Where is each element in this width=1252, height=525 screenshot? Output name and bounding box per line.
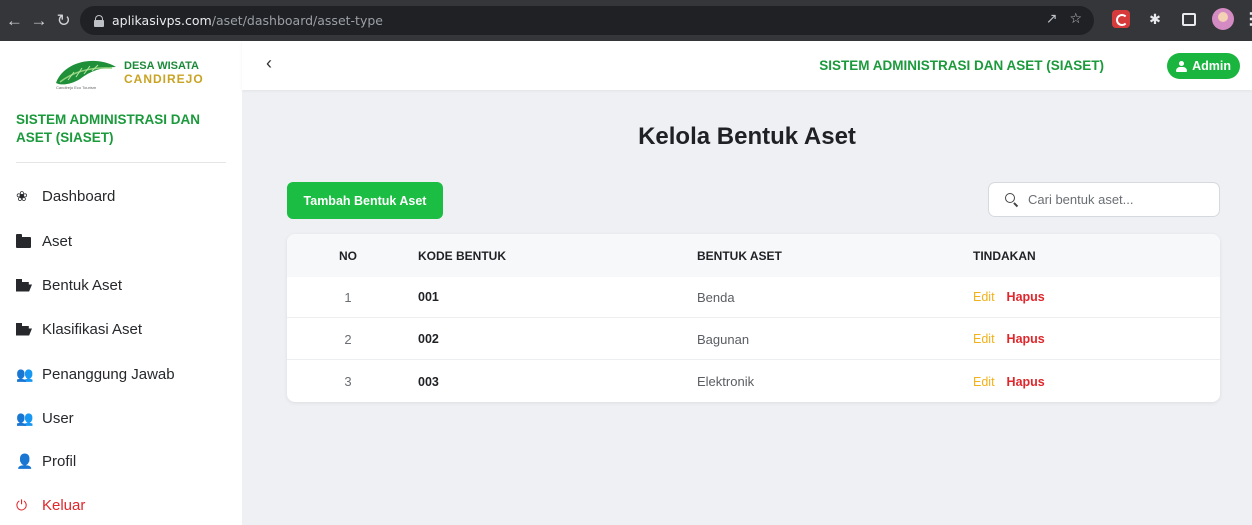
browser-toolbar: ← → ↻ aplikasivps.com/aset/dashboard/ass… bbox=[0, 0, 1252, 41]
logo-text: DESA WISATA CANDIREJO bbox=[124, 60, 204, 86]
row-actions: Edit Hapus bbox=[973, 319, 1045, 359]
browser-nav: ← → ↻ bbox=[0, 10, 74, 32]
edit-link[interactable]: Edit bbox=[973, 375, 995, 389]
sidebar-item-bentuk-aset[interactable]: Bentuk Aset bbox=[0, 265, 242, 305]
table-row: 2 002 Bagunan Edit Hapus bbox=[287, 319, 1220, 360]
delete-link[interactable]: Hapus bbox=[1007, 375, 1045, 389]
sidebar-item-klasifikasi-aset[interactable]: Klasifikasi Aset bbox=[0, 309, 242, 349]
row-actions: Edit Hapus bbox=[973, 361, 1045, 402]
admin-button[interactable]: Admin bbox=[1167, 53, 1240, 79]
back-arrow-icon[interactable]: ← bbox=[4, 10, 25, 32]
logo-line1: DESA WISATA bbox=[124, 60, 199, 72]
sidebar-item-label: Dashboard bbox=[42, 187, 116, 205]
kebab-menu-icon[interactable]: ⋮ bbox=[1243, 8, 1252, 30]
delete-link[interactable]: Hapus bbox=[1007, 290, 1045, 304]
sidebar: DESA WISATA CANDIREJO Candirejo Eco Tour… bbox=[0, 41, 242, 525]
bookmark-star-icon[interactable]: ☆ bbox=[1069, 11, 1082, 27]
folder-icon bbox=[16, 233, 42, 248]
sidebar-item-label: Keluar bbox=[42, 496, 86, 514]
edit-link[interactable]: Edit bbox=[973, 290, 995, 304]
omnibox-actions: ↗ ☆ bbox=[1046, 11, 1082, 27]
sidebar-item-label: Klasifikasi Aset bbox=[42, 320, 143, 338]
sidebar-item-keluar[interactable]: ⏻ Keluar bbox=[0, 485, 242, 525]
sidebar-divider bbox=[16, 162, 226, 163]
search-icon bbox=[1005, 193, 1018, 206]
top-header: ‹ SISTEM ADMINISTRASI DAN ASET (SIASET) … bbox=[242, 41, 1252, 90]
column-header-kode: KODE BENTUK bbox=[418, 248, 507, 263]
share-icon[interactable]: ↗ bbox=[1046, 11, 1058, 27]
logo-tagline: Candirejo Eco Tourism bbox=[56, 85, 97, 90]
sidebar-item-profil[interactable]: 👤 Profil bbox=[0, 441, 242, 481]
edit-link[interactable]: Edit bbox=[973, 332, 995, 346]
table-row: 1 001 Benda Edit Hapus bbox=[287, 277, 1220, 318]
sidebar-item-label: Bentuk Aset bbox=[42, 276, 123, 294]
header-title: SISTEM ADMINISTRASI DAN ASET (SIASET) bbox=[819, 58, 1104, 73]
row-bentuk: Elektronik bbox=[697, 374, 755, 389]
table-header: NO KODE BENTUK BENTUK ASET TINDAKAN bbox=[287, 234, 1220, 277]
sidebar-item-user[interactable]: 👥 User bbox=[0, 398, 242, 438]
delete-link[interactable]: Hapus bbox=[1007, 332, 1045, 346]
row-bentuk: Benda bbox=[697, 289, 735, 305]
logo-line2: CANDIREJO bbox=[124, 72, 204, 86]
row-actions: Edit Hapus bbox=[973, 277, 1045, 317]
table-row: 3 003 Elektronik Edit Hapus bbox=[287, 361, 1220, 402]
page-title: Kelola Bentuk Aset bbox=[638, 123, 856, 150]
admin-label: Admin bbox=[1192, 59, 1231, 73]
lock-icon bbox=[94, 14, 104, 27]
users-icon: 👥 bbox=[16, 409, 34, 426]
reload-icon[interactable]: ↻ bbox=[53, 10, 74, 32]
column-header-tindakan: TINDAKAN bbox=[973, 248, 1036, 263]
url-host: aplikasivps.com bbox=[112, 13, 212, 28]
column-header-no: NO bbox=[339, 248, 357, 263]
user-icon bbox=[1176, 60, 1188, 72]
sidebar-item-label: Penanggung Jawab bbox=[42, 365, 175, 383]
sidebar-item-label: Aset bbox=[42, 232, 73, 250]
folder-open-icon bbox=[16, 278, 42, 292]
sidebar-item-label: Profil bbox=[42, 452, 77, 470]
row-kode: 001 bbox=[418, 290, 439, 304]
forward-arrow-icon[interactable]: → bbox=[29, 10, 50, 32]
chevron-left-icon[interactable]: ‹ bbox=[266, 53, 272, 74]
user-cog-icon: 👤 bbox=[16, 452, 34, 469]
address-bar[interactable]: aplikasivps.com/aset/dashboard/asset-typ… bbox=[80, 6, 1094, 35]
sidebar-item-label: User bbox=[42, 409, 74, 427]
sidebar-title: SISTEM ADMINISTRASI DAN ASET (SIASET) bbox=[16, 112, 201, 145]
row-kode: 003 bbox=[418, 374, 439, 389]
search-box[interactable] bbox=[988, 182, 1220, 217]
sidebar-item-dashboard[interactable]: ❀ Dashboard bbox=[0, 176, 242, 216]
profile-avatar-icon[interactable] bbox=[1212, 8, 1234, 30]
folder-open-icon bbox=[16, 322, 42, 336]
window-icon[interactable] bbox=[1178, 8, 1200, 30]
row-no: 2 bbox=[344, 331, 352, 347]
row-bentuk: Bagunan bbox=[697, 331, 750, 347]
asset-type-table: NO KODE BENTUK BENTUK ASET TINDAKAN 1 00… bbox=[287, 234, 1220, 402]
users-icon: 👥 bbox=[16, 365, 34, 382]
extensions-bar: ✱ ⋮ bbox=[1110, 8, 1252, 30]
row-kode: 002 bbox=[418, 332, 439, 346]
url-path: /aset/dashboard/asset-type bbox=[211, 13, 383, 28]
extension-red-icon[interactable] bbox=[1110, 8, 1132, 30]
search-input[interactable] bbox=[1028, 192, 1208, 207]
puzzle-extensions-icon[interactable]: ✱ bbox=[1144, 8, 1166, 30]
column-header-bentuk: BENTUK ASET bbox=[697, 248, 782, 263]
sidebar-item-penanggung-jawab[interactable]: 👥 Penanggung Jawab bbox=[0, 354, 242, 394]
sidebar-item-aset[interactable]: Aset bbox=[0, 221, 242, 261]
power-icon: ⏻ bbox=[16, 496, 28, 513]
palette-icon: ❀ bbox=[16, 187, 28, 204]
add-asset-type-button[interactable]: Tambah Bentuk Aset bbox=[287, 182, 443, 219]
row-no: 3 bbox=[344, 374, 352, 389]
row-no: 1 bbox=[344, 289, 352, 305]
